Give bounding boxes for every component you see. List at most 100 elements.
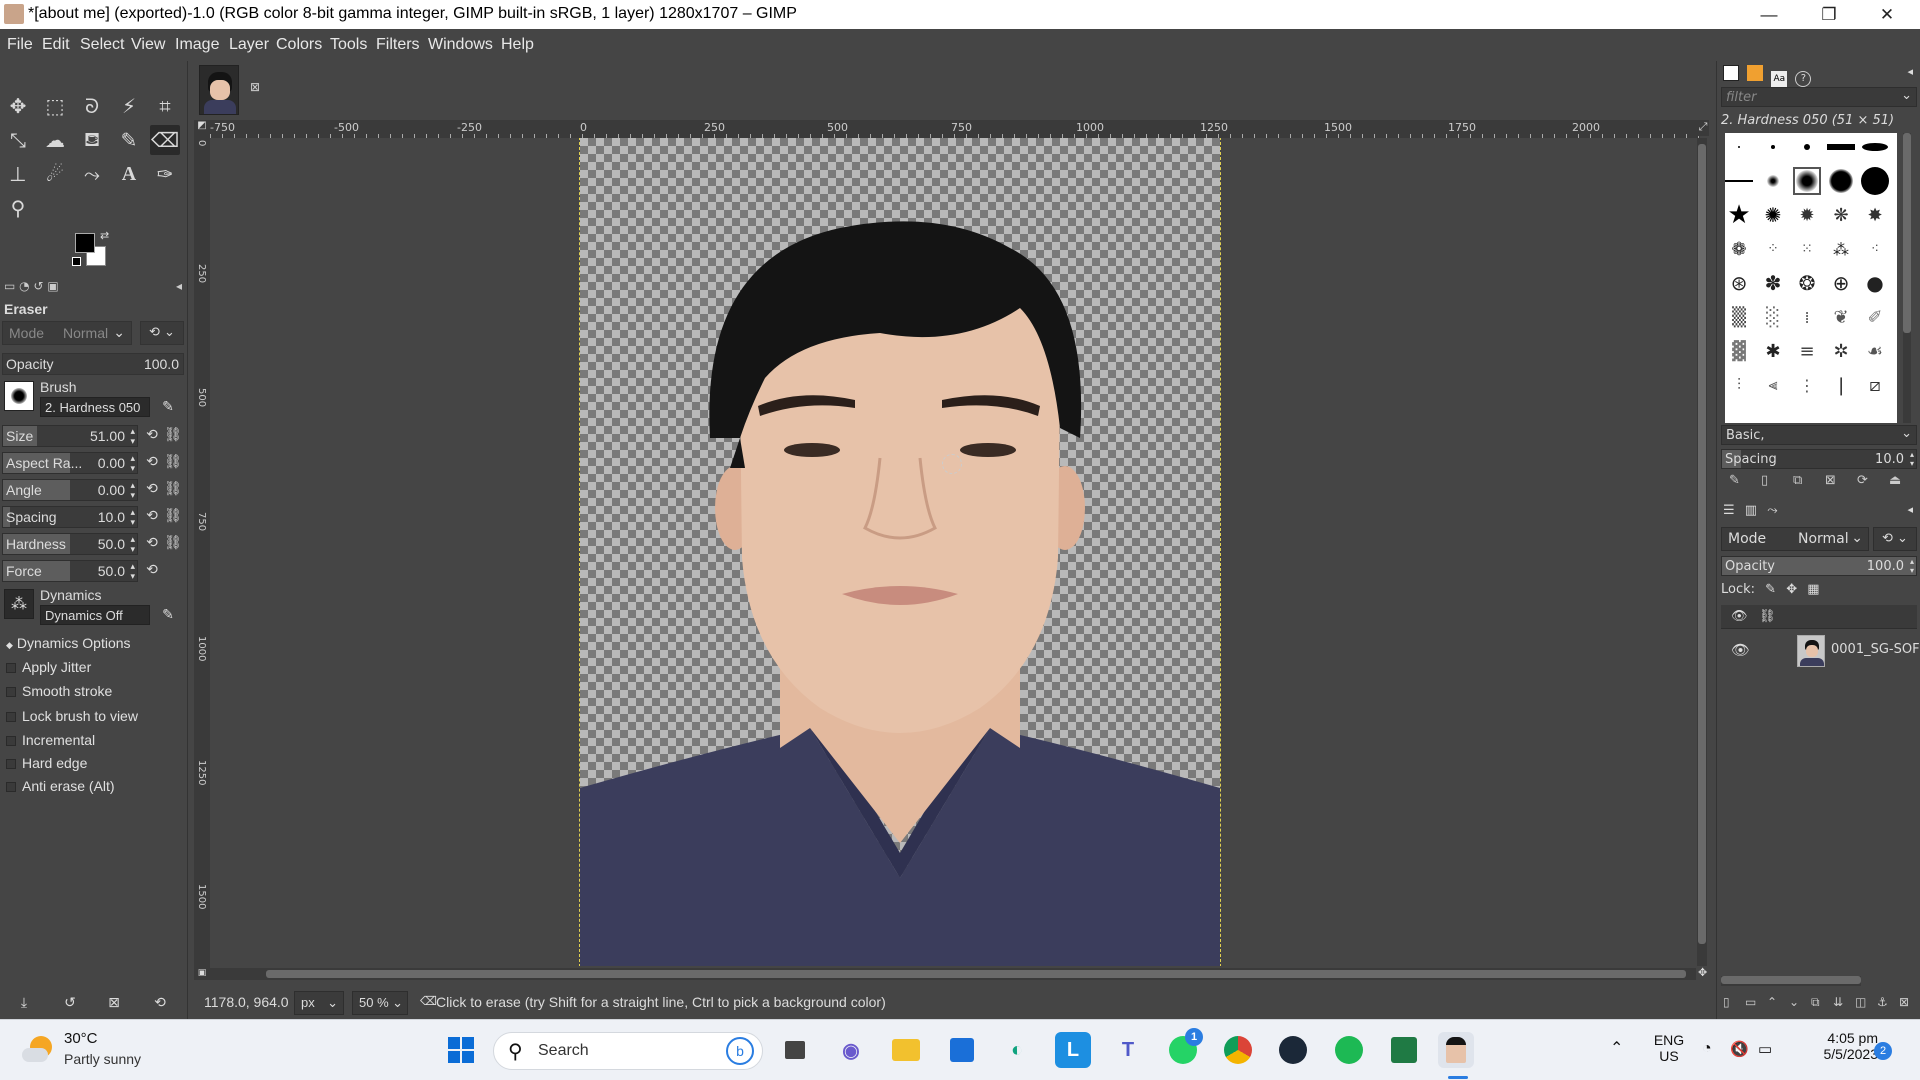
- brush-strokes[interactable]: ⋮: [1793, 371, 1821, 399]
- channels-tab-icon[interactable]: ▥: [1745, 503, 1757, 518]
- brush-hardness-050[interactable]: [1793, 167, 1821, 195]
- lock-pixels-icon[interactable]: ✎: [1765, 582, 1776, 597]
- unit-select[interactable]: px ⌄: [294, 991, 344, 1015]
- delete-layer-icon[interactable]: ⊠: [1899, 995, 1909, 1009]
- raise-layer-icon[interactable]: ⌃: [1767, 995, 1777, 1009]
- steam-icon[interactable]: [1275, 1032, 1311, 1068]
- foreground-color-swatch[interactable]: [75, 233, 95, 253]
- chrome-icon[interactable]: [1220, 1032, 1256, 1068]
- text-tool-icon[interactable]: A: [114, 159, 144, 189]
- help-tab-icon[interactable]: ?: [1795, 71, 1812, 87]
- dynamics-icon[interactable]: ⁂: [4, 589, 34, 619]
- spinner-arrows-icon[interactable]: ▴ ▾: [130, 426, 135, 446]
- brush-grid[interactable]: ★ ✺ ✹ ❋ ✸ ❁ ⁘ ⁙ ⁂ ⁖ ⊛ ✽ ❂ ⊕ ● ▒ ░ ⁞ ❦ ✐ …: [1725, 133, 1897, 423]
- reset-icon[interactable]: ⟲: [142, 533, 162, 553]
- open-brush-folder-icon[interactable]: ⏏: [1889, 473, 1901, 488]
- link-icon[interactable]: ⛓: [163, 452, 183, 472]
- vertical-scroll-thumb[interactable]: [1698, 144, 1706, 944]
- link-icon[interactable]: ⛓: [163, 479, 183, 499]
- swap-colors-icon[interactable]: ⇄: [100, 229, 109, 242]
- brush-texture[interactable]: ✹: [1793, 201, 1821, 229]
- brush-texture-4[interactable]: ●: [1861, 269, 1889, 297]
- reset-icon[interactable]: ⟲: [142, 452, 162, 472]
- link-icon[interactable]: ⛓: [163, 506, 183, 526]
- weather-temp[interactable]: 30°C: [64, 1030, 98, 1047]
- brush-chalk[interactable]: ▒: [1725, 303, 1753, 331]
- lock-brush-checkbox[interactable]: Lock brush to view: [6, 708, 138, 724]
- brush-filter-input[interactable]: filter ⌄: [1721, 87, 1917, 107]
- size-spinner[interactable]: Size 51.00 ▴ ▾: [2, 425, 138, 447]
- spinner-arrows-icon[interactable]: ▴ ▾: [130, 507, 135, 527]
- layer-mode-select[interactable]: Mode Normal ⌄: [1721, 527, 1869, 551]
- brush-grunge[interactable]: ❁: [1725, 235, 1753, 263]
- bucket-fill-icon[interactable]: ⛾: [77, 125, 107, 155]
- brush-hardness-100[interactable]: [1861, 167, 1889, 195]
- brush-pixel[interactable]: [1725, 133, 1753, 161]
- angle-spinner[interactable]: Angle 0.00 ▴ ▾: [2, 479, 138, 501]
- wifi-icon[interactable]: ◔: [1702, 1040, 1712, 1058]
- apply-jitter-checkbox[interactable]: Apply Jitter: [6, 659, 91, 675]
- brush-leaves[interactable]: ❦: [1827, 303, 1855, 331]
- brush-sponge[interactable]: ❋: [1827, 201, 1855, 229]
- file-explorer-icon[interactable]: [888, 1032, 924, 1068]
- vertical-scrollbar[interactable]: [1697, 138, 1707, 966]
- brush-tiny[interactable]: [1759, 133, 1787, 161]
- volume-muted-icon[interactable]: 🔇: [1730, 1040, 1749, 1058]
- spinner-arrows-icon[interactable]: ▴ ▾: [130, 534, 135, 554]
- smudge-icon[interactable]: ☄: [40, 159, 70, 189]
- paths-tab-icon[interactable]: ⤳: [1767, 503, 1777, 518]
- brush-name[interactable]: 2. Hardness 050: [40, 397, 150, 417]
- reset-options-icon[interactable]: ⟲: [150, 993, 170, 1013]
- image-canvas[interactable]: [579, 138, 1221, 966]
- brush-spray[interactable]: ⁖: [1861, 235, 1889, 263]
- link-icon[interactable]: ⛓: [163, 425, 183, 445]
- brush-texture-2[interactable]: ❂: [1793, 269, 1821, 297]
- layer-name[interactable]: 0001_SG-SOF: [1831, 642, 1920, 657]
- duplicate-brush-icon[interactable]: ⧉: [1793, 473, 1802, 488]
- canvas-viewport[interactable]: [210, 138, 1696, 966]
- save-preset-icon[interactable]: ⤓: [14, 993, 34, 1013]
- store-icon[interactable]: [944, 1032, 980, 1068]
- reset-icon[interactable]: ⟲: [142, 560, 162, 580]
- tab-menu-icon[interactable]: ◂: [176, 279, 182, 293]
- show-hidden-icons[interactable]: ⌃: [1610, 1038, 1623, 1058]
- horizontal-scroll-thumb[interactable]: [266, 970, 1686, 978]
- fuzzy-select-icon[interactable]: ⚡: [114, 91, 144, 121]
- layer-opacity-spinner[interactable]: Opacity 100.0 ▴ ▾: [1721, 556, 1917, 576]
- taskbar-search[interactable]: ⚲ Search b: [493, 1032, 763, 1070]
- spinner-arrows-icon[interactable]: ▴ ▾: [130, 561, 135, 581]
- brush-dots[interactable]: ⁘: [1759, 235, 1787, 263]
- paths-icon[interactable]: ⤳: [77, 159, 107, 189]
- brush-pencil[interactable]: ✐: [1861, 303, 1889, 331]
- zoom-image-icon[interactable]: ⤢: [1697, 120, 1709, 136]
- start-icon[interactable]: [443, 1032, 479, 1068]
- tab-menu-icon[interactable]: ◂: [1907, 65, 1913, 78]
- link-icon[interactable]: ⛓: [163, 533, 183, 553]
- spacing-spinner[interactable]: Spacing 10.0 ▴ ▾: [2, 506, 138, 528]
- brush-soft-small[interactable]: [1759, 167, 1787, 195]
- new-brush-icon[interactable]: ▯: [1761, 473, 1768, 488]
- navigate-icon[interactable]: ✥: [1698, 966, 1707, 979]
- brush-feather[interactable]: ☙: [1861, 337, 1889, 365]
- brush-rough[interactable]: ✱: [1759, 337, 1787, 365]
- weather-icon[interactable]: [22, 1034, 56, 1068]
- anchor-layer-icon[interactable]: ⚓: [1877, 995, 1888, 1009]
- rect-select-icon[interactable]: ⬚: [40, 91, 70, 121]
- brush-drips[interactable]: ⫷: [1759, 371, 1787, 399]
- meet-icon[interactable]: ◉: [833, 1032, 869, 1068]
- clock[interactable]: 4:05 pm 5/5/2023: [1794, 1030, 1879, 1062]
- eraser-icon[interactable]: ⌫: [150, 125, 180, 155]
- incremental-checkbox[interactable]: Incremental: [6, 732, 95, 748]
- paintbrush-icon[interactable]: ✎: [114, 125, 144, 155]
- edit-brush-icon[interactable]: ✎: [1729, 473, 1740, 488]
- brush-ring[interactable]: ⊛: [1725, 269, 1753, 297]
- aspect-ratio-spinner[interactable]: Aspect Ra... 0.00 ▴ ▾: [2, 452, 138, 474]
- tool-options-tab-icon[interactable]: ▭: [4, 279, 15, 293]
- layers-tab-icon[interactable]: ☰: [1723, 503, 1735, 518]
- merge-layer-icon[interactable]: ⇊: [1833, 995, 1843, 1009]
- brush-diagonal[interactable]: ⧄: [1861, 371, 1889, 399]
- reset-icon[interactable]: ⟲: [142, 479, 162, 499]
- menu-filters[interactable]: Filters: [376, 36, 420, 54]
- horizontal-scrollbar[interactable]: [210, 968, 1696, 980]
- mode-select[interactable]: Mode Normal ⌄: [2, 321, 132, 345]
